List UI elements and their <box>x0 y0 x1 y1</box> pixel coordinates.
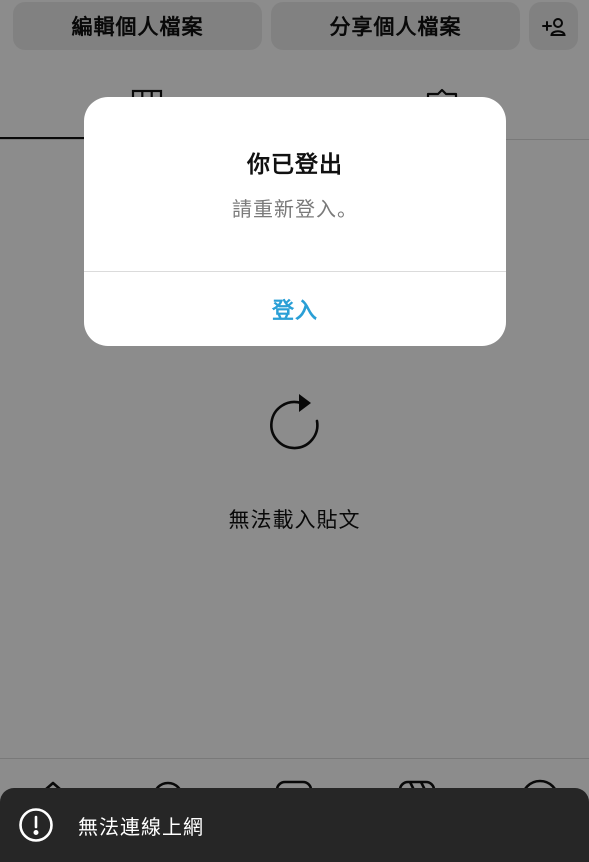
login-button[interactable]: 登入 <box>84 272 506 346</box>
offline-snackbar: 無法連線上網 <box>0 788 589 862</box>
snackbar-text: 無法連線上網 <box>78 814 204 839</box>
dialog-message: 請重新登入。 <box>232 197 358 221</box>
dialog-title: 你已登出 <box>247 152 343 178</box>
alert-icon <box>18 807 54 843</box>
logged-out-dialog: 你已登出 請重新登入。 登入 <box>84 97 506 346</box>
